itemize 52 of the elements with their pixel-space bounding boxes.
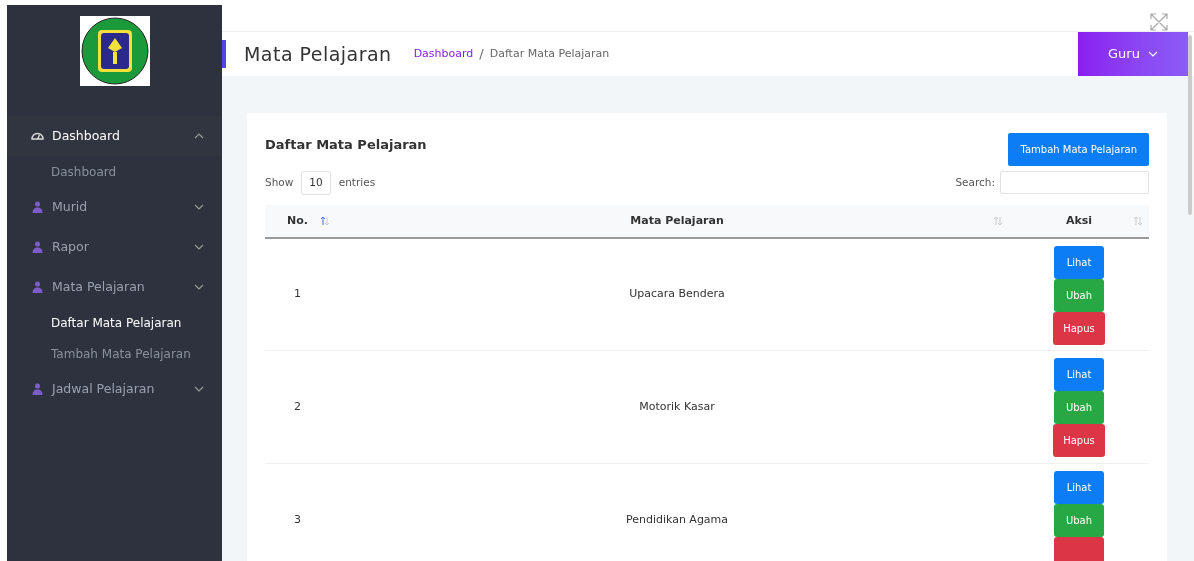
sidebar-subitem[interactable]: Tambah Mata Pelajaran xyxy=(7,338,222,369)
table-cell: Upacara Bendera xyxy=(629,287,725,301)
view-button[interactable]: Lihat xyxy=(1054,358,1104,392)
user-icon xyxy=(31,281,44,293)
sidebar-subitem[interactable]: Dashboard xyxy=(7,156,222,187)
user-icon xyxy=(31,383,44,395)
sidebar-item[interactable]: Murid xyxy=(7,187,222,227)
gauge-icon xyxy=(31,130,44,142)
search-label: Search: xyxy=(955,175,995,190)
card-title: Daftar Mata Pelajaran xyxy=(265,136,427,154)
page-title: Mata Pelajaran xyxy=(244,41,392,67)
entries-label: entries xyxy=(338,175,376,190)
chevron-up-icon xyxy=(194,133,204,139)
breadcrumb-link[interactable]: Dashboard xyxy=(413,45,474,63)
table-cell: Pendidikan Agama xyxy=(625,513,729,526)
delete-button[interactable] xyxy=(1054,537,1104,561)
scrollbar[interactable] xyxy=(1188,35,1192,215)
user-icon xyxy=(31,201,44,213)
sidebar-item[interactable]: Jadwal Pelajaran xyxy=(7,369,222,409)
sidebar-item[interactable]: Rapor xyxy=(7,227,222,267)
view-button[interactable]: Lihat xyxy=(1054,471,1104,505)
user-menu-button[interactable]: Guru xyxy=(1078,32,1188,76)
column-header[interactable]: No. xyxy=(287,212,308,229)
chevron-down-icon xyxy=(194,244,204,250)
column-header[interactable]: Mata Pelajaran xyxy=(630,212,724,229)
user-icon xyxy=(31,241,44,253)
chevron-down-icon xyxy=(1147,51,1158,57)
table-cell: 2 xyxy=(294,400,301,413)
delete-button[interactable]: Hapus xyxy=(1053,424,1105,458)
search-field[interactable] xyxy=(1000,171,1149,195)
table-cell: Motorik Kasar xyxy=(639,400,715,413)
chevron-down-icon xyxy=(194,284,204,290)
edit-button[interactable]: Ubah xyxy=(1054,391,1104,425)
table-cell: 1 xyxy=(294,287,301,301)
breadcrumb-separator: / xyxy=(479,45,484,64)
entries-select[interactable]: 10 xyxy=(301,171,331,195)
sidebar-subitem[interactable]: Daftar Mata Pelajaran xyxy=(7,307,222,338)
add-subject-button[interactable]: Tambah Mata Pelajaran xyxy=(1008,133,1149,166)
show-label: Show xyxy=(265,175,294,190)
edit-button[interactable]: Ubah xyxy=(1054,504,1104,538)
chevron-down-icon xyxy=(194,386,204,392)
school-logo-icon xyxy=(79,16,150,86)
table-cell: 3 xyxy=(294,513,301,526)
sidebar-item[interactable]: Mata Pelajaran xyxy=(7,267,222,307)
delete-button[interactable]: Hapus xyxy=(1053,311,1105,345)
edit-button[interactable]: Ubah xyxy=(1054,278,1104,312)
breadcrumb-current: Daftar Mata Pelajaran xyxy=(489,45,610,62)
sort-icon[interactable] xyxy=(319,215,330,226)
chevron-down-icon xyxy=(194,204,204,210)
column-header[interactable]: Aksi xyxy=(1065,212,1093,229)
fullscreen-icon[interactable] xyxy=(1150,13,1168,31)
view-button[interactable]: Lihat xyxy=(1054,245,1104,279)
